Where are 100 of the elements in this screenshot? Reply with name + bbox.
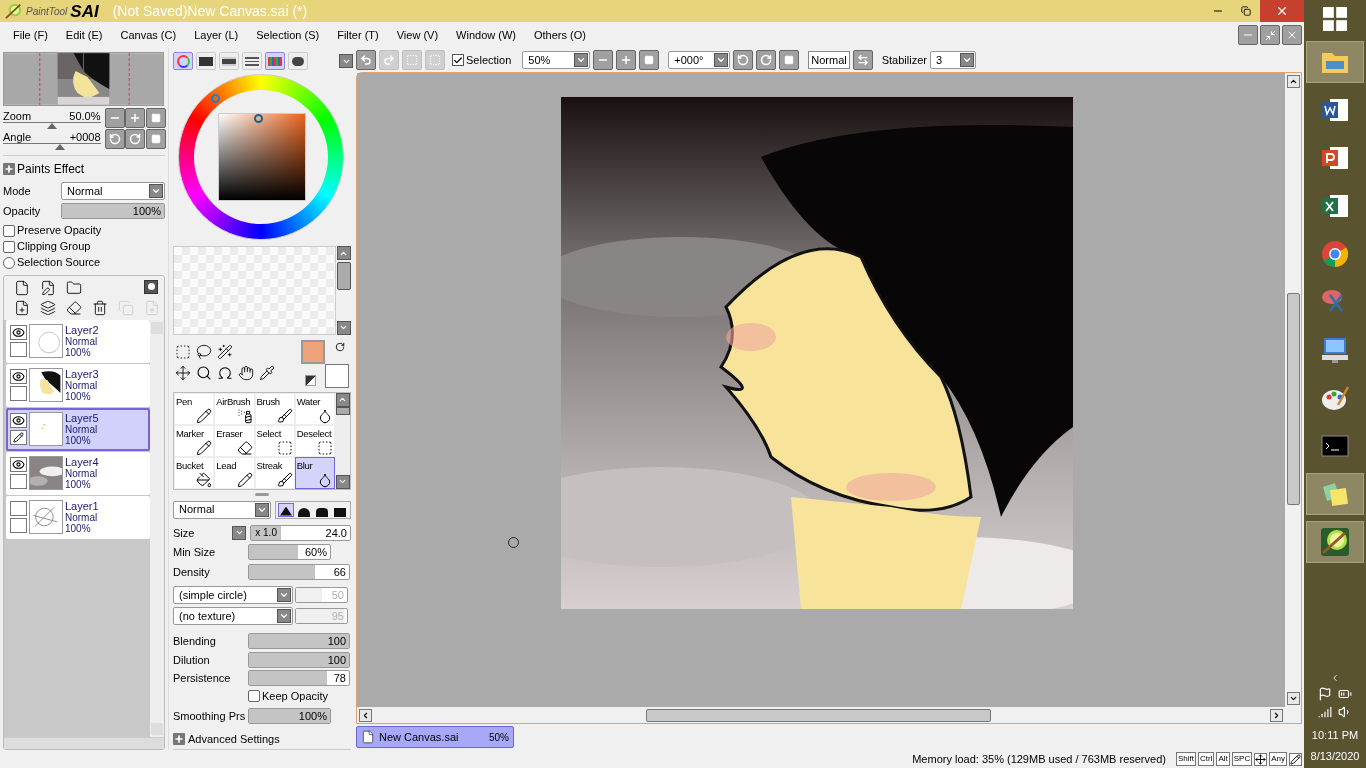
rotate-right-button[interactable] <box>756 50 777 70</box>
layer-item[interactable]: Layer3 Normal 100% <box>6 363 150 407</box>
layer-item[interactable]: Layer5 Normal 100% <box>6 407 150 451</box>
scroll-up-icon[interactable] <box>336 246 351 260</box>
keep-opacity-checkbox[interactable]: Keep Opacity <box>248 687 351 704</box>
brush-tool[interactable]: AirBrush <box>214 392 255 425</box>
scroll-up-icon[interactable] <box>335 392 350 407</box>
scroll-thumb[interactable] <box>336 262 351 290</box>
brush-tool[interactable]: Water <box>294 392 335 425</box>
menu-item[interactable]: File (F) <box>6 26 55 44</box>
menu-item[interactable]: Canvas (C) <box>113 26 184 44</box>
brush-tool[interactable]: Marker <box>174 424 215 457</box>
scroll-down-icon[interactable] <box>339 54 353 68</box>
menu-item[interactable]: Edit (E) <box>58 26 110 44</box>
new-layer-icon[interactable] <box>14 279 30 296</box>
rotate-reset-button[interactable] <box>779 50 800 70</box>
radio-option[interactable]: Selection Source <box>3 254 165 271</box>
setting-slider[interactable]: 66 <box>248 563 350 580</box>
plus-icon[interactable] <box>3 163 15 175</box>
trash-icon[interactable] <box>92 299 108 316</box>
restore-canvas-button[interactable] <box>1260 25 1280 45</box>
setting-slider[interactable]: 100% <box>248 708 331 725</box>
lock-toggle[interactable] <box>10 430 27 445</box>
menu-item[interactable]: Others (O) <box>526 26 593 44</box>
rotate-left-button[interactable] <box>104 129 125 149</box>
menu-item[interactable]: Window (W) <box>449 26 523 44</box>
menu-item[interactable]: Filter (T) <box>330 26 386 44</box>
taskbar-app[interactable] <box>1306 521 1364 563</box>
setting-slider[interactable]: 100 <box>248 633 350 650</box>
opacity-slider[interactable]: 100% <box>61 203 165 220</box>
chevron-icon[interactable] <box>1330 673 1340 683</box>
saturation-square[interactable] <box>218 113 306 201</box>
visibility-toggle[interactable] <box>10 457 27 472</box>
checkbox-option[interactable]: Preserve Opacity <box>3 222 165 239</box>
plus-icon[interactable] <box>173 732 185 745</box>
vertical-scrollbar[interactable] <box>1285 73 1301 707</box>
clock-date[interactable]: 8/13/2020 <box>1310 747 1360 764</box>
blend-mode-dropdown[interactable]: Normal <box>173 500 271 519</box>
brush-tool[interactable]: Brush <box>254 392 295 425</box>
checkbox-option[interactable]: Clipping Group <box>3 238 165 255</box>
menu-item[interactable]: Layer (L) <box>187 26 246 44</box>
flag-icon[interactable] <box>1318 687 1332 701</box>
brush-tool[interactable]: Bucket <box>174 456 215 489</box>
zoom-dropdown[interactable]: 50% <box>522 51 591 69</box>
color-mode-tab[interactable] <box>196 52 216 70</box>
scroll-thumb[interactable] <box>335 406 350 415</box>
zoom-out-button[interactable] <box>593 50 614 70</box>
zoom-out-button[interactable] <box>104 108 125 128</box>
brush-tool[interactable]: Pen <box>174 392 215 425</box>
scroll-down-icon[interactable] <box>335 474 350 489</box>
rotate-right-button[interactable] <box>125 129 145 149</box>
lock-toggle[interactable] <box>10 518 27 533</box>
flip-button[interactable] <box>852 50 873 70</box>
battery-icon[interactable] <box>1338 687 1352 701</box>
zoom-reset-button[interactable] <box>145 108 166 128</box>
background-color-swatch[interactable] <box>325 363 349 388</box>
angle-dropdown[interactable]: +000° <box>668 51 731 69</box>
scroll-down-icon[interactable] <box>232 525 247 540</box>
setting-slider[interactable]: 60% <box>248 544 331 561</box>
size-slider[interactable]: x 1.0 24.0 <box>250 524 351 541</box>
lock-toggle[interactable] <box>10 342 27 357</box>
brush-edge-button[interactable] <box>278 502 294 517</box>
zoom-in-button[interactable] <box>125 108 145 128</box>
color-mode-tab[interactable] <box>173 52 193 70</box>
scrollbar[interactable] <box>150 319 164 737</box>
visibility-toggle[interactable] <box>10 501 27 516</box>
canvas-area[interactable] <box>357 73 1285 707</box>
rotate-left-button[interactable] <box>733 50 754 70</box>
lock-toggle[interactable] <box>10 386 27 401</box>
close-canvas-button[interactable] <box>1282 25 1302 45</box>
foreground-color-swatch[interactable] <box>301 339 325 364</box>
layer-item[interactable]: Layer1 Normal 100% <box>6 495 150 539</box>
visibility-toggle[interactable] <box>10 369 27 384</box>
minimize-canvas-button[interactable] <box>1238 25 1258 45</box>
brush-tool[interactable]: Eraser <box>214 424 255 457</box>
color-mode-tab[interactable] <box>242 52 262 70</box>
color-mode-tab[interactable] <box>265 52 285 70</box>
windows-logo-icon[interactable] <box>1323 7 1347 31</box>
undo-button[interactable] <box>356 50 376 70</box>
canvas-tab[interactable]: New Canvas.sai 50% <box>356 726 514 748</box>
setting-slider[interactable]: 78 <box>248 670 350 687</box>
menu-item[interactable]: Selection (S) <box>249 26 327 44</box>
signal-icon[interactable] <box>1318 705 1332 719</box>
scroll-down-icon[interactable] <box>336 320 351 335</box>
mode-dropdown[interactable]: Normal <box>61 182 165 200</box>
zoom-reset-button[interactable] <box>639 50 660 70</box>
zoom-slider[interactable]: Zoom 50.0% <box>3 108 101 128</box>
selection-checkbox[interactable]: Selection <box>452 51 512 69</box>
color-mode-tab[interactable] <box>288 52 308 70</box>
horizontal-scrollbar[interactable] <box>4 737 164 749</box>
visibility-toggle[interactable] <box>10 413 27 428</box>
folder-icon[interactable] <box>66 279 82 296</box>
lock-toggle[interactable] <box>10 474 27 489</box>
zoom-in-button[interactable] <box>616 50 637 70</box>
menu-item[interactable]: View (V) <box>389 26 446 44</box>
reset-colors-icon[interactable] <box>305 374 316 386</box>
rotate-reset-button[interactable] <box>145 129 166 149</box>
color-mode-tab[interactable] <box>219 52 239 70</box>
blend-mode-button[interactable]: Normal <box>808 51 850 69</box>
brush-tool[interactable]: Lead <box>214 456 255 489</box>
